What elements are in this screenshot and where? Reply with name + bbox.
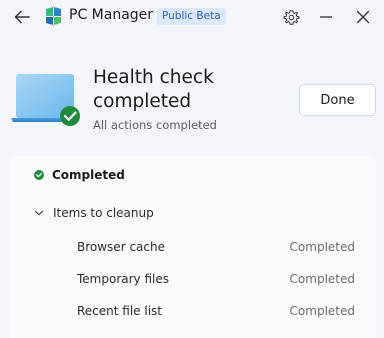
item-label: Temporary files (77, 272, 169, 286)
settings-button[interactable] (280, 6, 302, 28)
close-button[interactable] (352, 6, 374, 28)
minimize-button[interactable] (315, 6, 337, 28)
back-arrow-icon (14, 10, 30, 24)
item-status: Completed (289, 304, 355, 318)
laptop-check-icon (11, 74, 80, 126)
minimize-icon (320, 16, 332, 18)
item-status: Completed (289, 240, 355, 254)
item-label: Browser cache (77, 240, 165, 254)
chevron-down-icon (34, 210, 44, 216)
items-to-cleanup-label: Items to cleanup (53, 206, 154, 220)
pc-manager-logo-icon (46, 7, 61, 25)
list-item: Temporary files Completed (77, 272, 355, 290)
back-button[interactable] (12, 7, 32, 27)
item-status: Completed (289, 272, 355, 286)
list-item: Browser cache Completed (77, 240, 355, 258)
pc-manager-window: PC Manager Public Beta Health check comp… (0, 0, 384, 338)
item-label: Recent file list (77, 304, 163, 318)
status-row: Completed (34, 168, 125, 182)
results-card: Completed Items to cleanup Browser cache… (9, 156, 376, 338)
list-item: Recent file list Completed (77, 304, 355, 322)
public-beta-badge: Public Beta (157, 8, 226, 25)
title-bar: PC Manager Public Beta (0, 0, 384, 34)
items-to-cleanup-toggle[interactable]: Items to cleanup (34, 206, 154, 220)
close-icon (356, 10, 370, 24)
app-title: PC Manager (69, 7, 154, 23)
success-check-icon (34, 170, 44, 180)
health-check-title: Health check completed (93, 67, 214, 112)
health-check-subtitle: All actions completed (93, 118, 217, 132)
gear-icon (283, 9, 299, 25)
done-button[interactable]: Done (299, 84, 376, 116)
status-text: Completed (52, 168, 125, 182)
